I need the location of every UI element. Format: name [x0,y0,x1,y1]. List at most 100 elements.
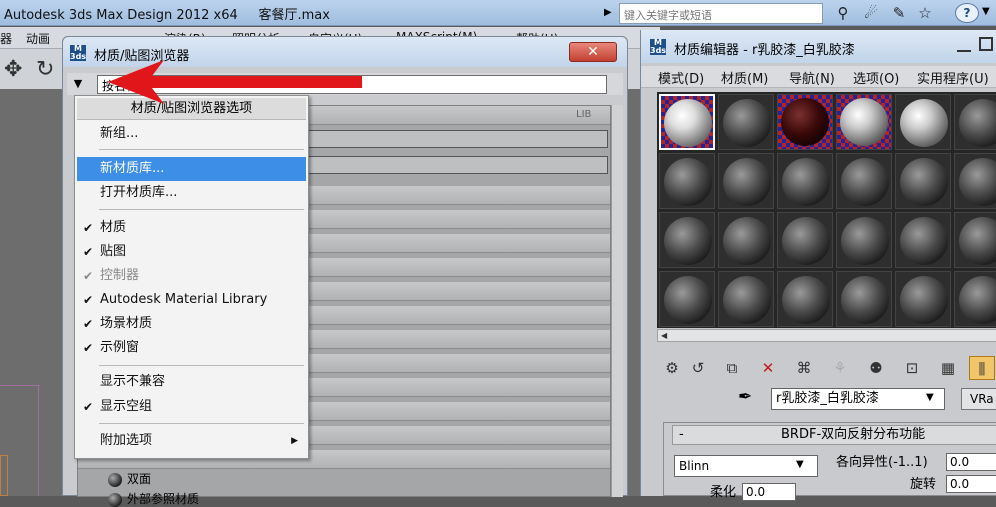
minimize-icon[interactable] [957,38,971,52]
tools-icon[interactable]: ✎ [888,3,910,23]
chevron-down-icon[interactable]: ▼ [926,392,934,403]
menu-item-additional-options[interactable]: 附加选项 ▶ [77,429,306,453]
sample-slot[interactable] [895,153,951,209]
move-icon[interactable]: ✥ [4,57,22,82]
material-sphere-icon [900,99,948,147]
anisotropy-label: 各向异性(-1..1) [836,455,928,470]
sample-slot[interactable] [659,212,715,268]
material-sphere-icon [782,158,830,206]
material-sphere-icon [959,217,996,265]
material-id-icon[interactable]: ⚉ [863,356,889,380]
sample-slot[interactable] [777,153,833,209]
sample-slot[interactable] [777,94,833,150]
make-unique-icon[interactable]: ⌘ [791,356,817,380]
menu-item-label: 贴图 [100,244,127,259]
checkmark-icon: ✔ [83,341,94,355]
sample-slot[interactable] [836,153,892,209]
material-sphere-icon [841,158,889,206]
menu-modes[interactable]: 模式(D) [658,68,704,87]
sample-slot[interactable] [718,271,774,327]
brdf-rollout-header[interactable]: - BRDF-双向反射分布功能 [672,425,996,445]
menu-item-show-empty-groups[interactable]: ✔ 显示空组 [77,395,306,419]
menu-item-label: 打开材质库... [100,185,178,200]
close-button[interactable]: ✕ [569,42,617,62]
sample-slot[interactable] [954,271,996,327]
list-group-row[interactable] [308,130,608,148]
show-map-icon[interactable]: ⊡ [899,356,925,380]
menu-item-autodesk-material-library[interactable]: ✔ Autodesk Material Library [77,288,306,312]
menu-item-open-material-library[interactable]: 打开材质库... [77,181,306,205]
sample-slot[interactable] [895,94,951,150]
menu-item-scene-materials[interactable]: ✔ 场景材质 [77,312,306,336]
material-type-button[interactable]: VRa [961,388,996,410]
help-dropdown-icon[interactable]: ▼ [982,6,990,17]
list-group-row[interactable] [308,156,608,174]
sample-slot[interactable] [836,271,892,327]
eyedropper-icon[interactable]: ✒ [738,387,752,407]
browser-options-dropdown-icon[interactable]: ▼ [70,76,86,92]
communication-center-icon[interactable]: ☄ [860,3,882,23]
material-sphere-icon [664,99,712,147]
sample-slot[interactable] [954,94,996,150]
material-editor-titlebar[interactable]: M 3ds 材质编辑器 - r乳胶漆_白乳胶漆 [641,30,996,63]
delete-icon[interactable]: ✕ [755,356,781,380]
material-sphere-icon [782,217,830,265]
sample-slot[interactable] [718,212,774,268]
menu-item-sample-slots[interactable]: ✔ 示例窗 [77,336,306,360]
sample-slot[interactable] [895,271,951,327]
menu-graph-editors[interactable]: 器 [0,30,12,47]
help-search-input[interactable]: 键入关键字或短语 [619,3,823,24]
put-to-scene-icon[interactable]: ↺ [685,356,711,380]
sample-slot[interactable] [836,212,892,268]
file-name: 客餐厅.max [258,8,330,23]
chevron-down-icon[interactable]: ▼ [796,459,804,470]
get-material-icon[interactable]: ⚙ [659,356,685,380]
menu-item-new-material-library[interactable]: 新材质库... [77,157,306,181]
sample-slot[interactable] [659,271,715,327]
browser-scrollbar[interactable] [611,105,623,497]
menu-item-label: 材质 [100,220,127,235]
sample-slot[interactable] [777,212,833,268]
menu-animation[interactable]: 动画 [26,30,50,47]
checkmark-icon: ✔ [83,221,94,235]
help-button[interactable]: ? [955,3,979,23]
sample-slot[interactable] [777,271,833,327]
list-item[interactable]: 外部参照材质 [108,490,199,507]
put-to-library-icon[interactable]: ⚘ [827,356,853,380]
sample-slot[interactable] [718,153,774,209]
menu-options[interactable]: 选项(O) [853,68,899,87]
sample-slot[interactable] [954,212,996,268]
sample-slot[interactable] [659,153,715,209]
sample-slot[interactable] [895,212,951,268]
soften-input[interactable]: 0.0 [742,483,796,501]
material-sphere-icon [900,217,948,265]
menu-item-new-group[interactable]: 新组... [77,122,306,146]
rotation-input[interactable]: 0.0 [946,475,996,493]
anisotropy-input[interactable]: 0.0 [946,453,996,471]
menu-item-label: 显示空组 [100,399,153,414]
binoculars-icon[interactable]: ⚲ [832,3,854,23]
menu-utilities[interactable]: 实用程序(U) [917,68,989,87]
menu-item-show-incompatible[interactable]: 显示不兼容 [77,370,306,394]
favorites-icon[interactable]: ☆ [914,3,936,23]
menu-item-maps[interactable]: ✔ 贴图 [77,240,306,264]
menu-item-materials[interactable]: ✔ 材质 [77,216,306,240]
list-item[interactable]: 双面 [108,470,151,487]
app-titlebar: Autodesk 3ds Max Design 2012 x64 客餐厅.max… [0,0,996,26]
rotate-icon[interactable]: ↻ [36,57,54,82]
material-name-field[interactable]: r乳胶漆_白乳胶漆 [771,388,945,410]
maximize-icon[interactable] [979,37,993,51]
material-sphere-icon [782,276,830,324]
assign-to-selection-icon[interactable]: ⧉ [719,356,745,380]
menu-navigation[interactable]: 导航(N) [789,68,835,87]
expand-search-icon[interactable]: ▶ [604,3,616,23]
sample-slots-scrollbar[interactable]: ◀ [657,329,996,342]
menu-material[interactable]: 材质(M) [721,68,768,87]
sample-slot[interactable] [954,153,996,209]
go-to-parent-icon[interactable]: ⫼ [969,356,995,380]
sample-slot[interactable] [836,94,892,150]
scroll-left-icon[interactable]: ◀ [661,330,667,341]
sample-slot[interactable] [659,94,715,150]
checker-background-icon[interactable]: ▦ [935,356,961,380]
sample-slot[interactable] [718,94,774,150]
